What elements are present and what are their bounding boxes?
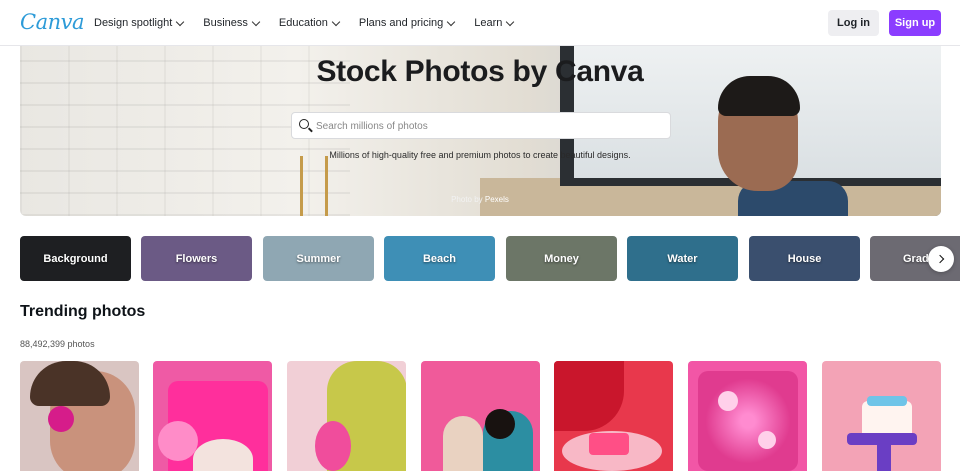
category-background[interactable]: Background — [20, 236, 131, 281]
photo-search-box[interactable] — [291, 112, 671, 139]
photo-card[interactable] — [421, 361, 540, 471]
category-water[interactable]: Water — [627, 236, 738, 281]
chevron-down-icon — [331, 17, 341, 26]
nav-item-business[interactable]: Business — [203, 17, 261, 29]
search-input[interactable] — [316, 115, 666, 137]
photo-card[interactable] — [20, 361, 139, 471]
category-beach[interactable]: Beach — [384, 236, 495, 281]
nav-menu: Design spotlight Business Education Plan… — [94, 0, 533, 46]
photo-credit: Photo by Pexels — [451, 195, 509, 204]
category-house[interactable]: House — [749, 236, 860, 281]
trending-photo-grid — [20, 361, 941, 471]
top-navbar: Canva Design spotlight Business Educatio… — [0, 0, 960, 46]
chevron-right-icon — [935, 254, 945, 264]
photo-card[interactable] — [688, 361, 807, 471]
photo-card[interactable] — [153, 361, 272, 471]
category-summer[interactable]: Summer — [263, 236, 374, 281]
chevron-down-icon — [176, 17, 185, 26]
chevron-down-icon — [251, 17, 261, 26]
canva-logo[interactable]: Canva — [20, 10, 85, 34]
category-flowers[interactable]: Flowers — [141, 236, 252, 281]
pexels-link[interactable]: Pexels — [485, 195, 509, 204]
page-title: Stock Photos by Canva — [316, 55, 644, 88]
chevron-down-icon — [447, 17, 456, 26]
signup-button[interactable]: Sign up — [889, 10, 941, 36]
category-money[interactable]: Money — [506, 236, 617, 281]
nav-item-design-spotlight[interactable]: Design spotlight — [94, 17, 185, 29]
photo-card[interactable] — [554, 361, 673, 471]
trending-title: Trending photos — [20, 303, 146, 320]
photo-card[interactable] — [287, 361, 406, 471]
photo-count: 88,492,399 photos — [20, 339, 95, 349]
login-button[interactable]: Log in — [828, 10, 879, 36]
nav-item-learn[interactable]: Learn — [474, 17, 515, 29]
hero-subtitle: Millions of high-quality free and premiu… — [329, 150, 631, 160]
chevron-down-icon — [506, 17, 515, 26]
nav-item-education[interactable]: Education — [279, 17, 341, 29]
carousel-next-button[interactable] — [928, 246, 954, 272]
category-carousel: Background Flowers Summer Beach Money Wa… — [20, 236, 960, 282]
photo-card[interactable] — [822, 361, 941, 471]
nav-item-plans-pricing[interactable]: Plans and pricing — [359, 17, 456, 29]
search-icon — [299, 119, 309, 129]
chair-decor — [300, 156, 328, 216]
